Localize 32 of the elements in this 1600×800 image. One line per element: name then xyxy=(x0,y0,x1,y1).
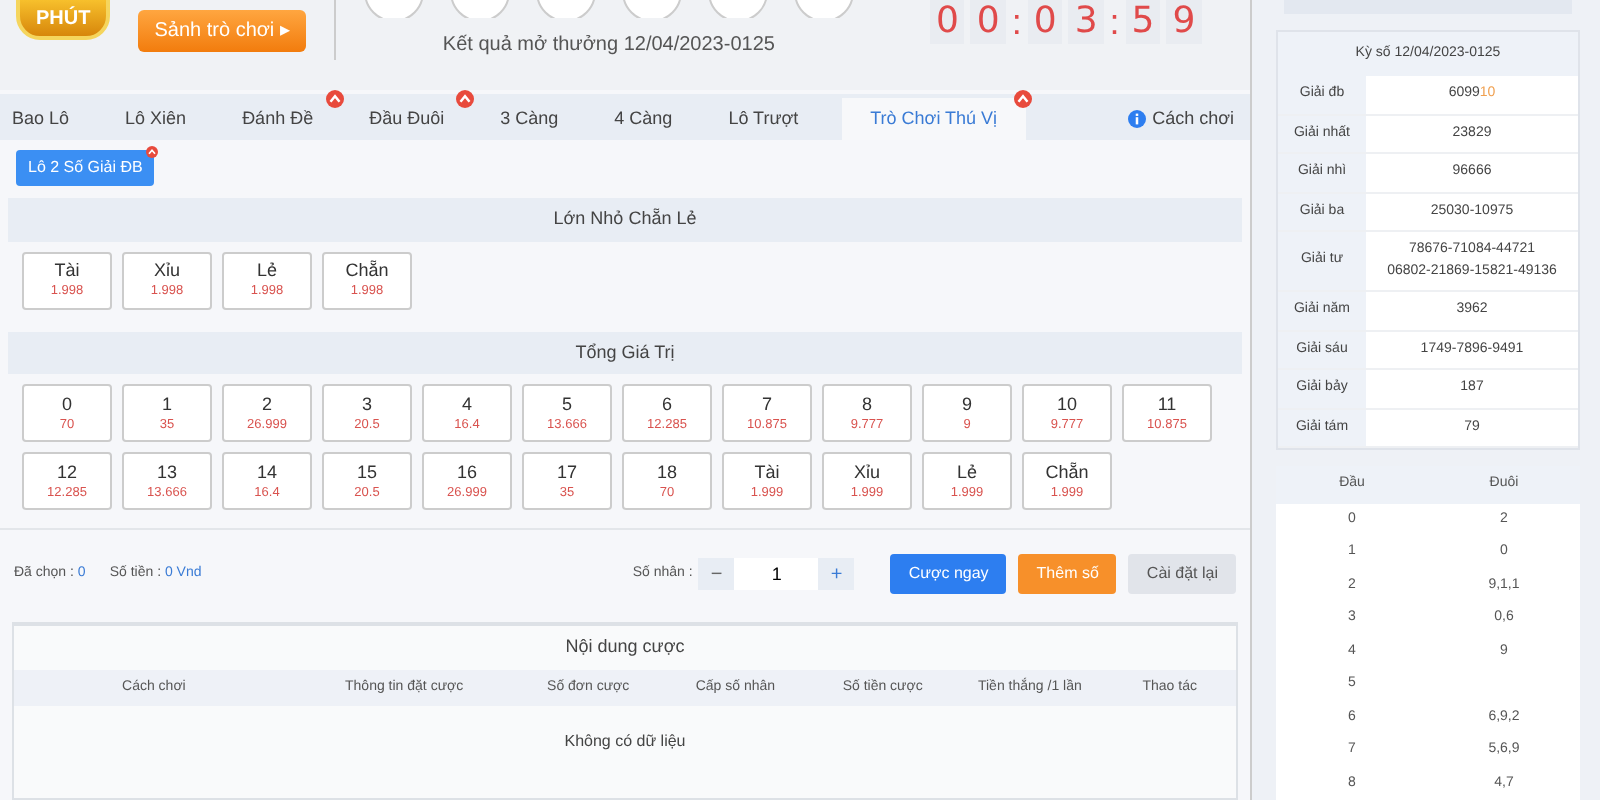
hot-icon xyxy=(456,89,475,107)
countdown-digit: 0 xyxy=(929,0,965,44)
countdown-digit: 3 xyxy=(1068,0,1104,44)
bet-table-title: Nội dung cược xyxy=(563,634,687,660)
hot-icon xyxy=(1013,89,1032,107)
tab[interactable]: 4 Càng xyxy=(602,97,697,140)
logo: PHÚT xyxy=(16,0,111,40)
countdown-digit: 0 xyxy=(970,0,1006,44)
decrease-button[interactable]: − xyxy=(698,559,735,589)
tab[interactable]: Lô Xiên xyxy=(113,97,211,140)
info-icon xyxy=(1128,109,1147,128)
section-header: Tổng Giá Trị xyxy=(8,331,1242,374)
empty-message: Không có dữ liệu xyxy=(562,730,688,754)
countdown-digit: 9 xyxy=(1166,0,1202,44)
increase-button[interactable]: + xyxy=(818,559,855,589)
bet-now-button[interactable]: Cược ngay xyxy=(890,554,1007,594)
tab[interactable]: Đánh Đề xyxy=(230,97,338,140)
countdown-separator: : xyxy=(1011,0,1022,44)
how-to-play-link[interactable]: Cách chơi xyxy=(1112,97,1250,140)
tab[interactable]: Lô Trượt xyxy=(716,97,823,140)
reset-button[interactable]: Cài đặt lại xyxy=(1128,554,1236,594)
hot-icon xyxy=(325,89,344,107)
countdown-digit: 5 xyxy=(1125,0,1161,44)
countdown-separator: : xyxy=(1109,0,1120,44)
multiplier-field[interactable]: 1 xyxy=(734,558,819,590)
countdown-digit: 0 xyxy=(1027,0,1063,44)
tab[interactable]: Bao Lô xyxy=(0,97,94,140)
tab[interactable]: Đầu Đuôi xyxy=(357,97,469,140)
hot-icon xyxy=(146,146,159,158)
tab[interactable]: 3 Càng xyxy=(488,97,583,140)
section-header: Lớn Nhỏ Chẵn Lẻ xyxy=(8,198,1242,241)
draw-result-caption: Kết quả mở thưởng 12/04/2023-0125 xyxy=(442,32,775,60)
